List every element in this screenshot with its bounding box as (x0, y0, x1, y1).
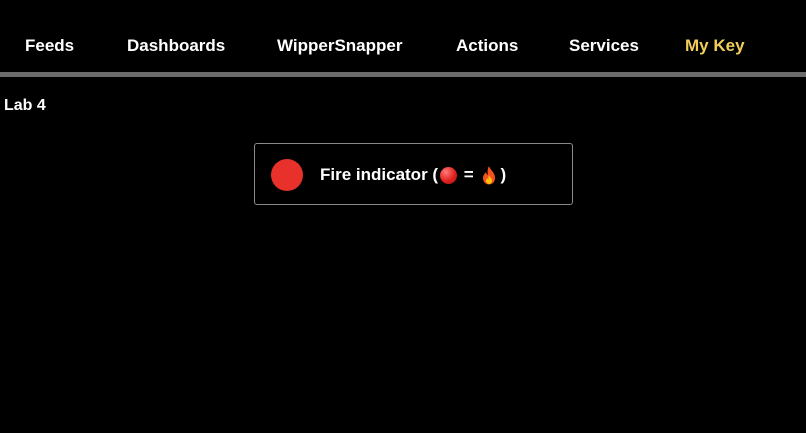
red-circle-icon (440, 166, 458, 184)
nav-my-key[interactable]: My Key (685, 36, 745, 56)
indicator-block[interactable]: Fire indicator ( = ) (254, 143, 573, 205)
nav-wippersnapper[interactable]: WipperSnapper (277, 36, 402, 56)
fire-icon (480, 165, 498, 185)
indicator-label-equals: = (459, 165, 479, 184)
indicator-light (271, 159, 303, 191)
indicator-label-prefix: Fire indicator ( (320, 165, 439, 184)
nav-divider (0, 72, 806, 77)
nav-dashboards[interactable]: Dashboards (127, 36, 225, 56)
nav-services[interactable]: Services (569, 36, 639, 56)
top-navigation: Feeds Dashboards WipperSnapper Actions S… (0, 0, 806, 72)
dashboard-title: Lab 4 (4, 97, 46, 114)
indicator-label: Fire indicator ( = ) (320, 164, 506, 186)
indicator-label-suffix: ) (500, 165, 507, 184)
nav-feeds[interactable]: Feeds (25, 36, 74, 56)
nav-actions[interactable]: Actions (456, 36, 518, 56)
